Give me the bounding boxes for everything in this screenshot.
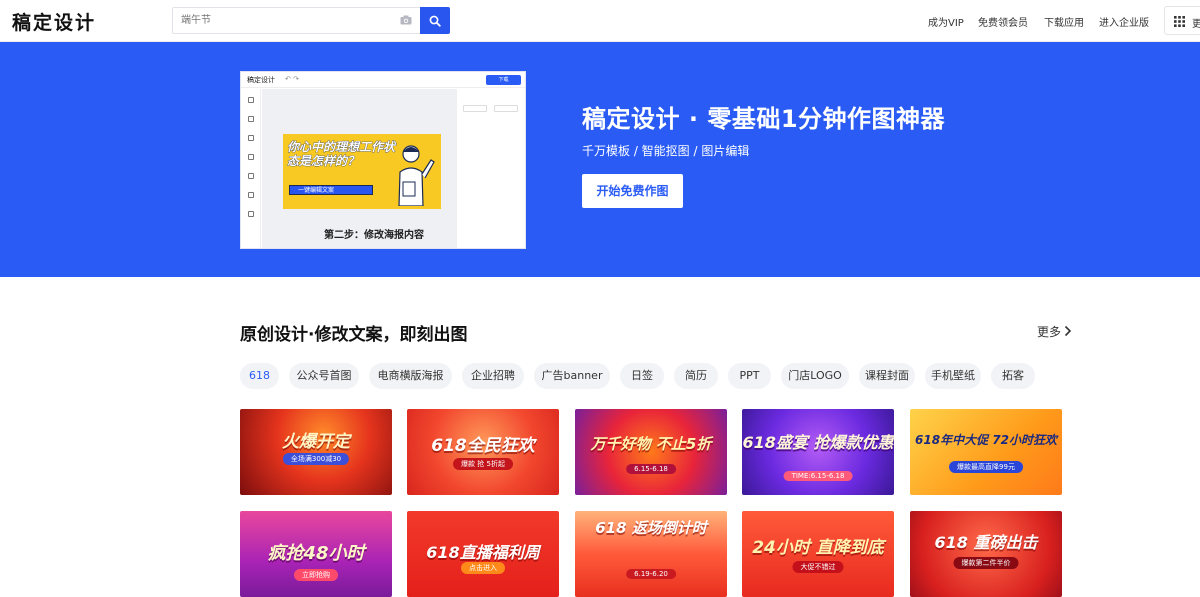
shape-icon xyxy=(248,135,254,141)
template-card[interactable]: 618盛宴 抢爆款优惠 TIME:6.15-6.18 xyxy=(742,409,894,495)
template-title: 万千好物 不止5折 xyxy=(590,435,712,453)
brand-icon xyxy=(248,211,254,217)
template-title: 618 重磅出击 xyxy=(934,533,1038,552)
person-illustration xyxy=(398,145,435,206)
start-free-design-button[interactable]: 开始免费作图 xyxy=(582,174,683,208)
template-subtitle: 立即抢购 xyxy=(294,569,338,581)
template-card[interactable]: 万千好物 不止5折 6.15-6.18 xyxy=(575,409,727,495)
search-bar xyxy=(172,7,450,34)
category-chip[interactable]: 电商横版海报 xyxy=(369,363,452,389)
section-title: 原创设计·修改文案，即刻出图 xyxy=(240,325,468,345)
search-box xyxy=(172,7,420,34)
template-card[interactable]: 618 返场倒计时 6.19-6.20 xyxy=(575,511,727,597)
poster-preview: 你心中的理想工作状态是怎样的？ 一键编辑文案 xyxy=(283,134,441,209)
hero-subtitle: 千万模板 / 智能抠图 / 图片编辑 xyxy=(582,144,750,158)
category-chip[interactable]: 课程封面 xyxy=(859,363,915,389)
nav-download-app[interactable]: 下载应用 xyxy=(1044,14,1084,29)
template-card[interactable]: 618年中大促 72小时狂欢 爆款最高直降99元 xyxy=(910,409,1062,495)
top-header: 稿定设计 成为VIP 免费领会员 下载应用 进入企业版 更 xyxy=(0,0,1200,42)
template-title: 618盛宴 抢爆款优惠 xyxy=(742,433,894,452)
category-chip[interactable]: 广告banner xyxy=(534,363,610,389)
poster-heading: 你心中的理想工作状态是怎样的？ xyxy=(287,140,396,169)
template-subtitle: 爆款 抢 5折起 xyxy=(453,458,513,470)
mockup-sidebar xyxy=(241,89,261,248)
mockup-properties-panel xyxy=(458,89,525,248)
template-subtitle: 大促不错过 xyxy=(792,561,844,573)
template-card[interactable]: 618直播福利周 点击进入 xyxy=(407,511,559,597)
template-subtitle: 全场满300减30 xyxy=(282,453,350,465)
hero-title: 稿定设计 · 零基础1分钟作图神器 xyxy=(582,105,946,133)
camera-icon[interactable] xyxy=(400,15,412,25)
template-subtitle: 爆款最高直降99元 xyxy=(949,461,1023,473)
nav-vip[interactable]: 成为VIP xyxy=(928,14,964,29)
grid-icon xyxy=(1174,16,1185,27)
nav-enterprise[interactable]: 进入企业版 xyxy=(1099,14,1149,29)
more-menu-button[interactable]: 更 xyxy=(1164,6,1200,35)
template-title: 火爆开定 xyxy=(282,432,350,452)
template-title: 618 返场倒计时 xyxy=(595,519,707,537)
upload-icon xyxy=(248,192,254,198)
template-card[interactable]: 618 重磅出击 爆款第二件半价 xyxy=(910,511,1062,597)
category-chip[interactable]: 简历 xyxy=(674,363,718,389)
template-card[interactable]: 24小时 直降到底 大促不错过 xyxy=(742,511,894,597)
category-chip[interactable]: 企业招聘 xyxy=(462,363,524,389)
mockup-app-title: 稿定设计 xyxy=(247,76,275,84)
mockup-toolbar: 稿定设计 ↶ ↷ 下载 xyxy=(241,72,525,88)
template-title: 24小时 直降到底 xyxy=(752,538,884,558)
template-title: 618直播福利周 xyxy=(426,543,540,562)
nav-free-membership[interactable]: 免费领会员 xyxy=(978,14,1028,29)
template-title: 618年中大促 72小时狂欢 xyxy=(915,433,1057,447)
undo-icon: ↶ ↷ xyxy=(285,75,299,83)
search-icon xyxy=(429,15,441,27)
category-chip[interactable]: 618 xyxy=(240,363,279,389)
hero-banner: 稿定设计 ↶ ↷ 下载 你心中的理想工作状态是怎样的？ 一键编辑文案 第二步：修… xyxy=(0,42,1200,277)
template-icon xyxy=(248,97,254,103)
template-title: 618全民狂欢 xyxy=(431,436,535,456)
template-card[interactable]: 疯抢48小时 立即抢购 xyxy=(240,511,392,597)
panel-field-height xyxy=(494,105,518,112)
template-card[interactable]: 618全民狂欢 爆款 抢 5折起 xyxy=(407,409,559,495)
mockup-canvas: 你心中的理想工作状态是怎样的？ 一键编辑文案 第二步：修改海报内容 xyxy=(262,89,457,248)
category-chip[interactable]: 拓客 xyxy=(991,363,1035,389)
site-logo[interactable]: 稿定设计 xyxy=(12,8,96,35)
panel-field-width xyxy=(463,105,487,112)
template-subtitle: TIME:6.15-6.18 xyxy=(783,471,853,481)
more-link[interactable]: 更多 xyxy=(1037,323,1061,340)
template-subtitle: 6.15-6.18 xyxy=(626,464,676,474)
chevron-right-icon[interactable] xyxy=(1064,325,1072,337)
template-subtitle: 6.19-6.20 xyxy=(626,569,676,579)
more-menu-label: 更 xyxy=(1192,19,1200,30)
template-title: 疯抢48小时 xyxy=(267,543,365,564)
layout-icon xyxy=(248,173,254,179)
editor-mockup: 稿定设计 ↶ ↷ 下载 你心中的理想工作状态是怎样的？ 一键编辑文案 第二步：修… xyxy=(240,71,526,249)
template-subtitle: 点击进入 xyxy=(461,562,505,574)
mockup-step-text: 第二步：修改海报内容 xyxy=(324,230,424,241)
mockup-download-button: 下载 xyxy=(486,75,521,85)
image-icon xyxy=(248,154,254,160)
search-button[interactable] xyxy=(420,7,450,34)
category-chip[interactable]: 日签 xyxy=(620,363,664,389)
template-subtitle: 爆款第二件半价 xyxy=(953,557,1019,569)
poster-button: 一键编辑文案 xyxy=(289,185,373,195)
category-chip[interactable]: PPT xyxy=(728,363,771,389)
template-card[interactable]: 火爆开定 全场满300减30 xyxy=(240,409,392,495)
search-input[interactable] xyxy=(173,8,420,33)
text-icon xyxy=(248,116,254,122)
category-chip[interactable]: 手机壁纸 xyxy=(925,363,981,389)
category-chip[interactable]: 公众号首图 xyxy=(289,363,359,389)
category-chip[interactable]: 门店LOGO xyxy=(781,363,849,389)
